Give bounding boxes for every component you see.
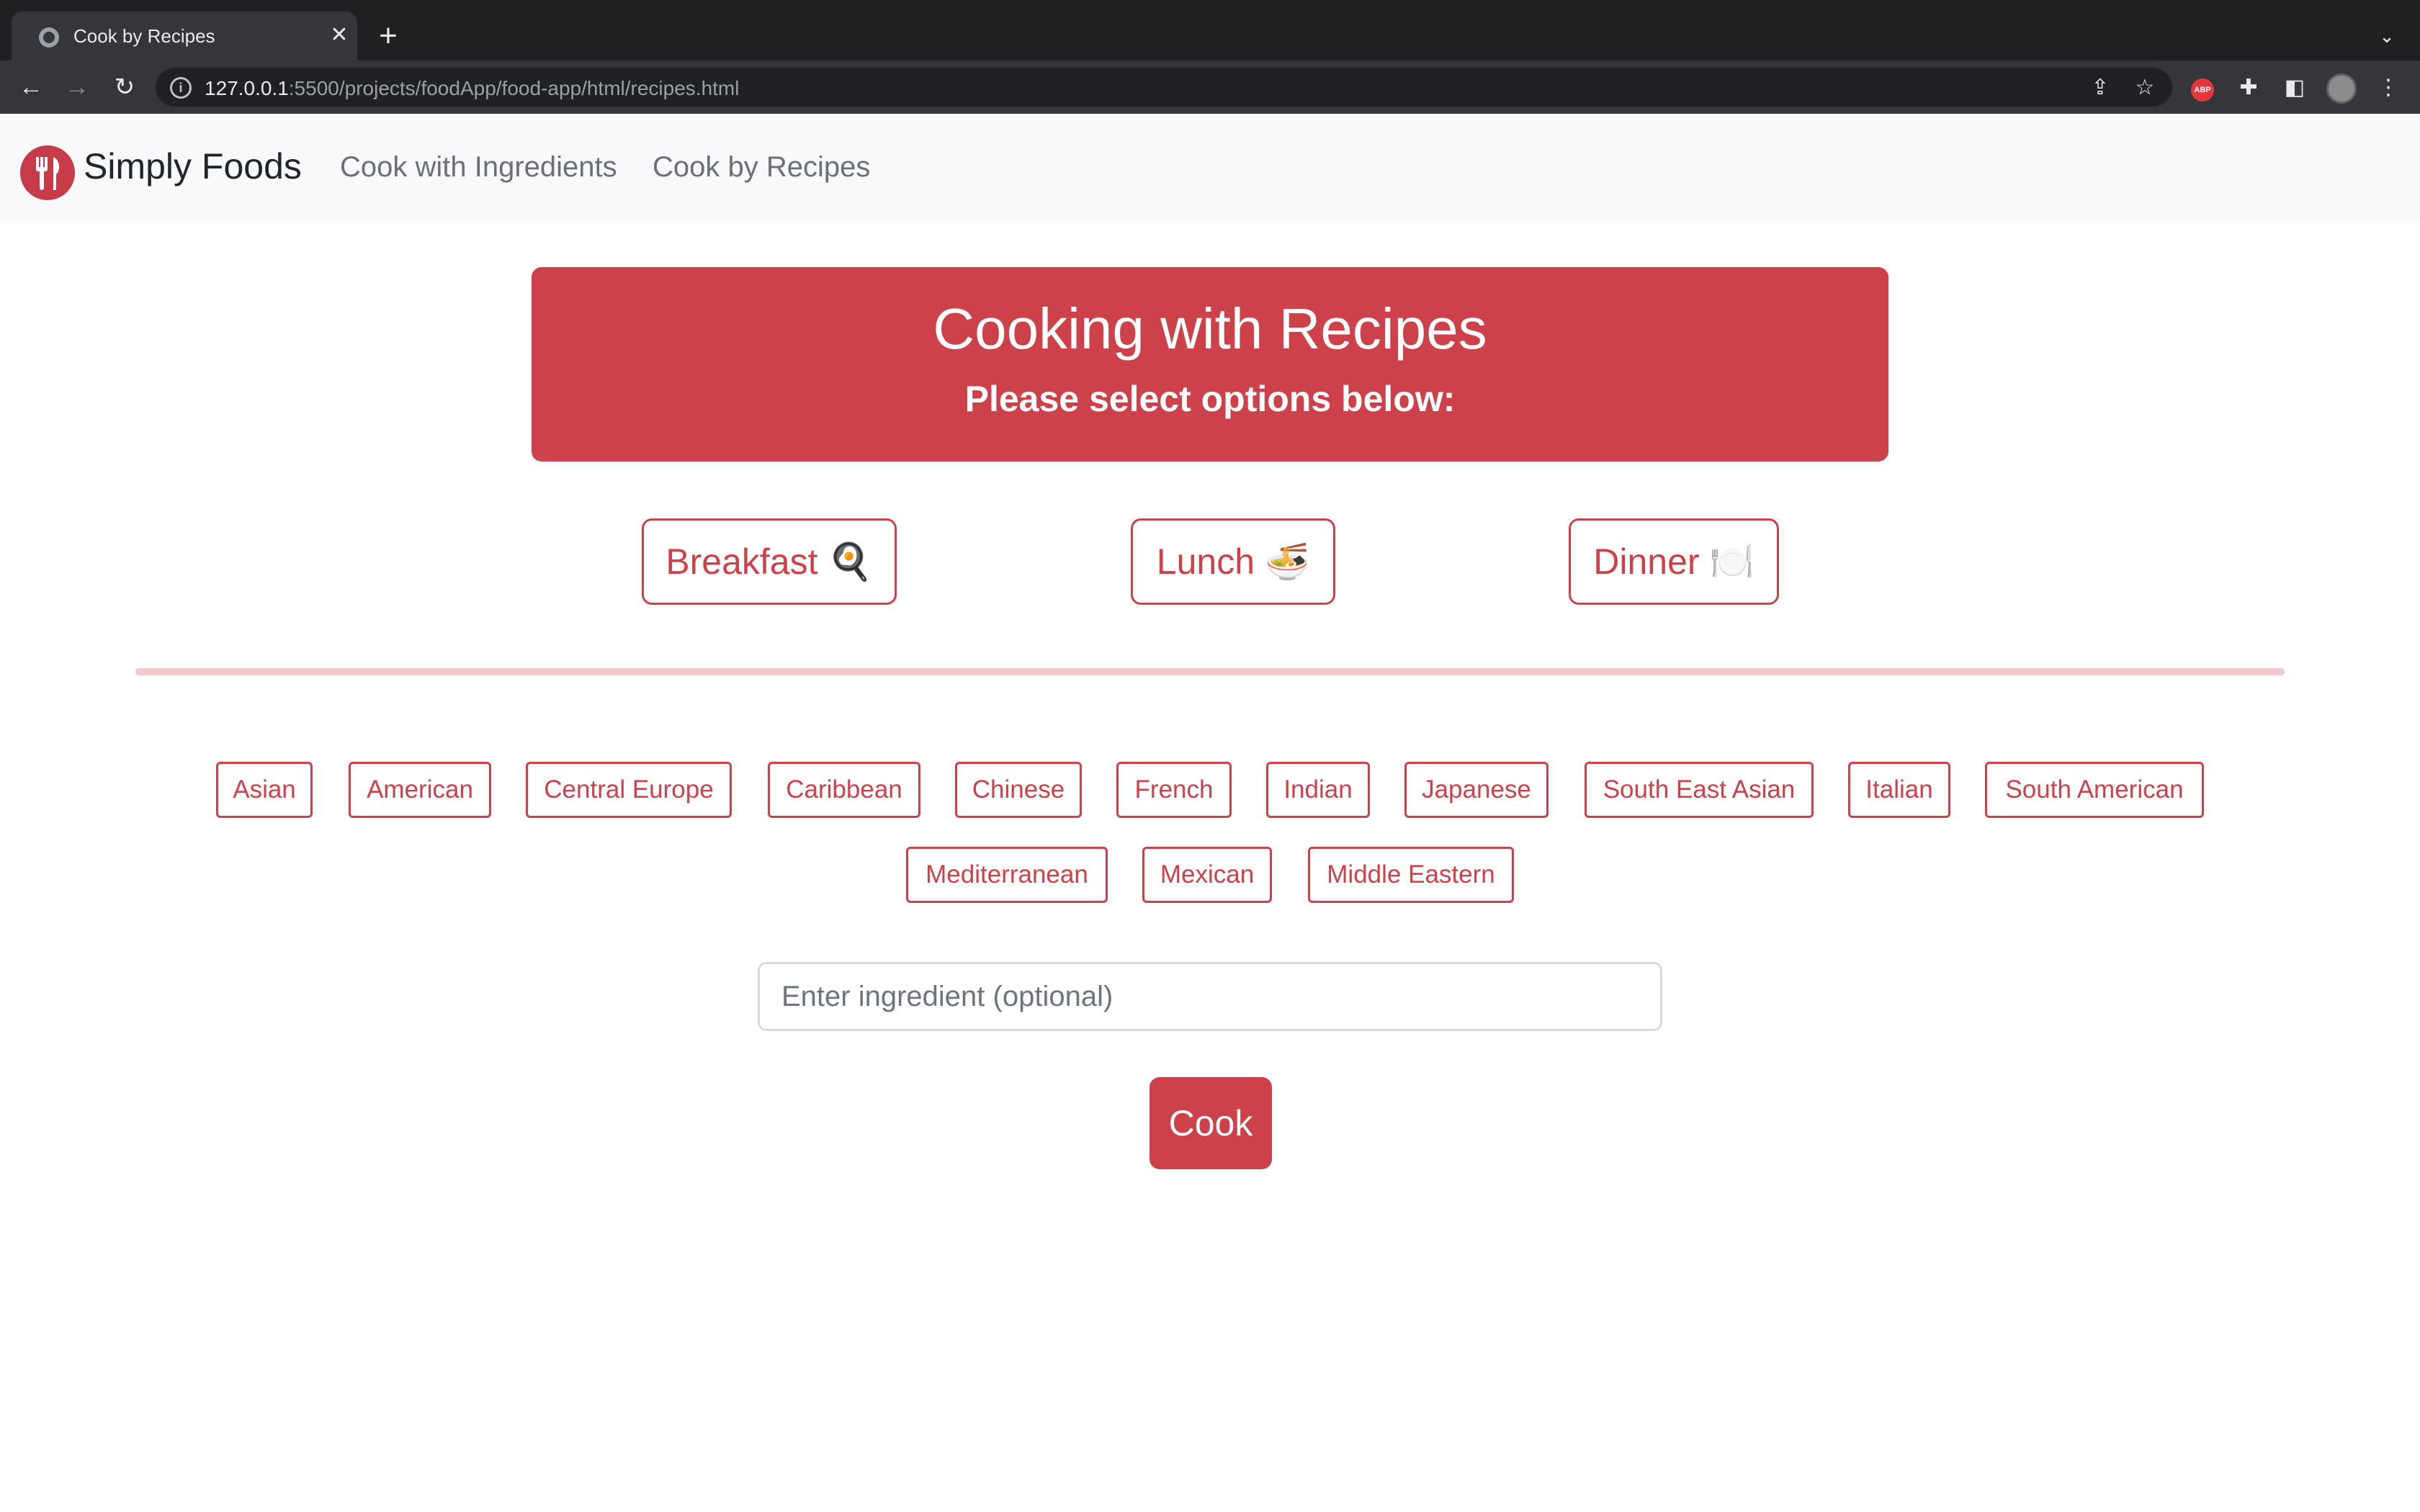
close-icon[interactable]: ✕ — [327, 23, 351, 48]
side-panel-icon[interactable]: ◧ — [2280, 73, 2309, 102]
share-icon[interactable]: ⇪ — [2086, 73, 2115, 102]
reload-icon[interactable]: ↻ — [107, 69, 143, 105]
noodle-bowl-icon: 🍜 — [1264, 541, 1310, 582]
cuisine-south-american[interactable]: South American — [1985, 762, 2204, 818]
cuisine-mexican[interactable]: Mexican — [1142, 847, 1272, 903]
app-navbar: Simply Foods Cook with Ingredients Cook … — [0, 114, 2420, 222]
fork-knife-logo-icon[interactable] — [20, 145, 75, 200]
page-subtitle: Please select options below: — [964, 379, 1456, 419]
cook-button[interactable]: Cook — [1150, 1077, 1272, 1169]
new-tab-icon[interactable]: + — [373, 20, 403, 52]
dinner-button[interactable]: Dinner 🍽️ — [1569, 518, 1779, 605]
more-menu-icon[interactable]: ⋮ — [2374, 73, 2403, 102]
browser-tabstrip: Cook by Recipes ✕ + ⌄ — [0, 0, 2420, 60]
globe-icon — [39, 27, 59, 48]
cuisine-central-europe[interactable]: Central Europe — [526, 762, 732, 818]
brand-name[interactable]: Simply Foods — [84, 145, 302, 187]
browser-tab[interactable]: Cook by Recipes ✕ — [12, 12, 357, 60]
cuisine-asian[interactable]: Asian — [216, 762, 313, 818]
chevron-down-icon[interactable]: ⌄ — [2372, 22, 2401, 50]
forward-arrow-icon[interactable]: → — [59, 69, 95, 105]
cuisine-mediterranean[interactable]: Mediterranean — [906, 847, 1108, 903]
cuisine-south-east-asian[interactable]: South East Asian — [1585, 762, 1814, 818]
cuisine-caribbean[interactable]: Caribbean — [768, 762, 920, 818]
lunch-button[interactable]: Lunch 🍜 — [1131, 518, 1335, 605]
ingredient-input[interactable] — [758, 962, 1662, 1031]
extensions-puzzle-icon[interactable]: ✚ — [2234, 73, 2263, 102]
cuisine-italian[interactable]: Italian — [1848, 762, 1950, 818]
profile-avatar[interactable] — [2326, 73, 2357, 104]
cuisine-indian[interactable]: Indian — [1266, 762, 1370, 818]
cuisine-middle-eastern[interactable]: Middle Eastern — [1308, 847, 1514, 903]
star-icon[interactable]: ☆ — [2130, 73, 2159, 102]
page-header-card: Cooking with Recipes Please select optio… — [532, 267, 1888, 462]
nav-cook-by-recipes[interactable]: Cook by Recipes — [653, 151, 870, 184]
frying-pan-icon: 🍳 — [828, 541, 873, 582]
section-divider — [135, 668, 2285, 675]
address-bar[interactable]: i 127.0.0.1:5500/projects/foodApp/food-a… — [156, 68, 2172, 107]
cuisine-japanese[interactable]: Japanese — [1404, 762, 1549, 818]
browser-toolbar: ← → ↻ i 127.0.0.1:5500/projects/foodApp/… — [0, 60, 2420, 114]
back-arrow-icon[interactable]: ← — [13, 69, 49, 105]
adblock-extension-icon[interactable]: ABP — [2191, 78, 2214, 102]
cuisine-french[interactable]: French — [1116, 762, 1232, 818]
info-icon[interactable]: i — [170, 77, 192, 99]
page-title: Cooking with Recipes — [933, 297, 1487, 361]
plate-cutlery-icon: 🍽️ — [1709, 541, 1754, 582]
cuisine-chinese[interactable]: Chinese — [955, 762, 1082, 818]
cuisine-american[interactable]: American — [349, 762, 491, 818]
nav-cook-with-ingredients[interactable]: Cook with Ingredients — [340, 151, 617, 184]
tab-title: Cook by Recipes — [73, 25, 215, 47]
url-text: 127.0.0.1:5500/projects/foodApp/food-app… — [205, 77, 740, 99]
breakfast-button[interactable]: Breakfast 🍳 — [642, 518, 897, 605]
